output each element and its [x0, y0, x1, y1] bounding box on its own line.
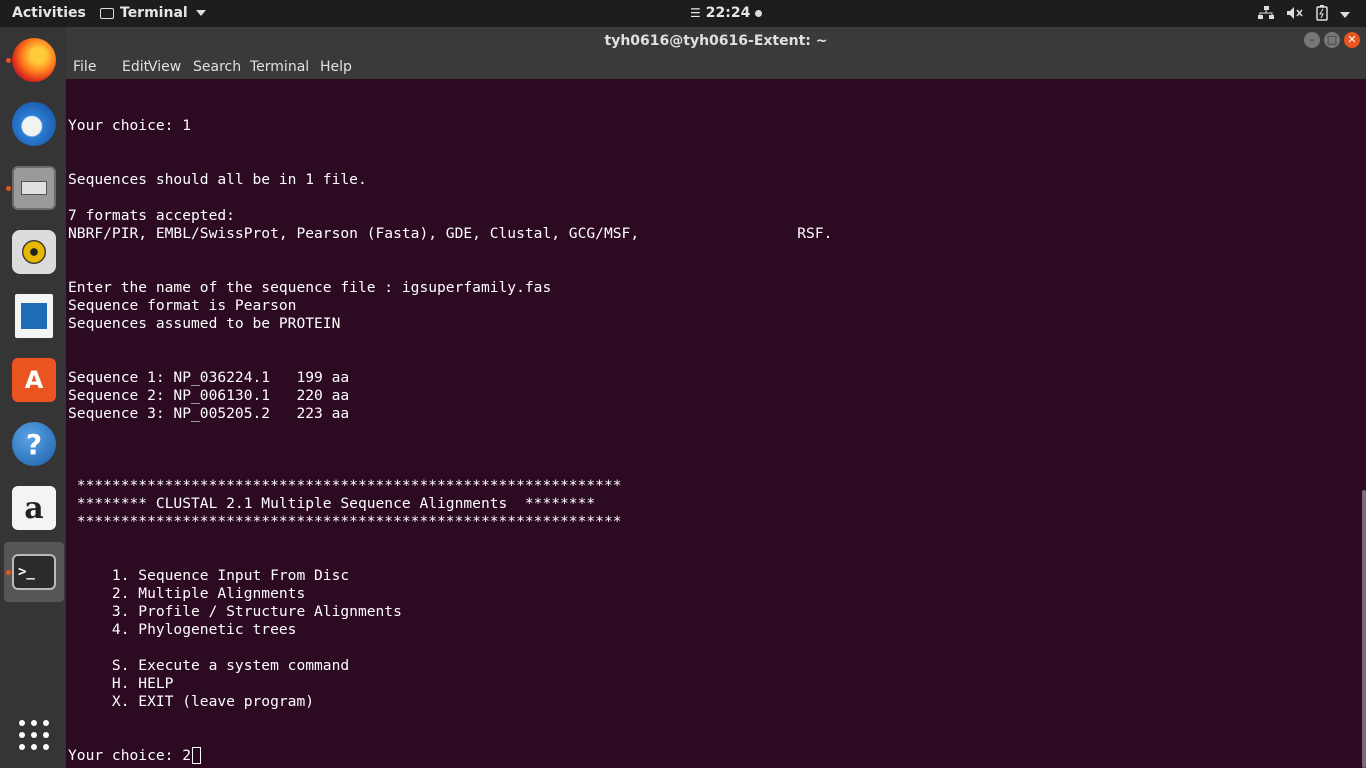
activities-button[interactable]: Activities [12, 5, 86, 21]
software-center-icon: A [12, 358, 56, 402]
software-center-launcher[interactable]: A [4, 350, 64, 410]
clock[interactable]: ☰ 22:24 [690, 5, 763, 21]
terminal-output[interactable]: Your choice: 1 Sequences should all be i… [66, 79, 1366, 768]
terminal-line: Sequence 1: NP_036224.1 199 aa [68, 369, 350, 386]
thunderbird-icon [12, 102, 56, 146]
terminal-line: H. HELP [68, 675, 174, 692]
rhythmbox-icon [12, 230, 56, 274]
terminal-line: 7 formats accepted: [68, 207, 235, 224]
app-menu[interactable]: Terminal [100, 5, 206, 21]
show-applications-button[interactable] [4, 705, 64, 765]
running-indicator [6, 58, 11, 63]
notification-icon: ☰ [690, 6, 701, 20]
terminal-small-icon [100, 7, 114, 19]
close-button[interactable]: ✕ [1344, 32, 1360, 48]
menu-help[interactable]: Help [320, 59, 352, 75]
terminal-line: ****************************************… [68, 513, 622, 530]
terminal-line: X. EXIT (leave program) [68, 693, 315, 710]
menu-bar: File Edit View Search Terminal Help [66, 55, 1366, 79]
terminal-line: ****************************************… [68, 477, 622, 494]
show-apps-icon [19, 720, 49, 750]
libreoffice-writer-icon [15, 294, 53, 338]
menu-edit[interactable]: Edit [122, 59, 149, 75]
clock-label: 22:24 [705, 5, 751, 21]
terminal-line: Your choice: 1 [68, 117, 192, 134]
network-icon [1258, 6, 1274, 24]
window-title: tyh0616@tyh0616-Extent: ~ [604, 33, 828, 49]
files-icon [12, 166, 56, 210]
terminal-text: Your choice: 1 Sequences should all be i… [68, 117, 832, 765]
running-indicator [6, 186, 11, 191]
terminal-line: Sequence 3: NP_005205.2 223 aa [68, 405, 350, 422]
text-cursor [192, 747, 202, 764]
scrollbar[interactable] [1362, 490, 1366, 768]
terminal-line: S. Execute a system command [68, 657, 350, 674]
terminal-line: Sequence format is Pearson [68, 297, 297, 314]
files-launcher[interactable] [4, 158, 64, 218]
menu-file[interactable]: File [73, 59, 96, 75]
terminal-line: NBRF/PIR, EMBL/SwissProt, Pearson (Fasta… [68, 225, 833, 242]
terminal-launcher[interactable]: >_ [4, 542, 64, 602]
terminal-line: 2. Multiple Alignments [68, 585, 306, 602]
terminal-line: ******** CLUSTAL 2.1 Multiple Sequence A… [68, 495, 596, 512]
menu-terminal[interactable]: Terminal [250, 59, 309, 75]
help-icon: ? [12, 422, 56, 466]
terminal-line: Sequence 2: NP_006130.1 220 aa [68, 387, 350, 404]
battery-icon [1316, 5, 1328, 25]
running-indicator [6, 570, 11, 575]
terminal-prompt[interactable]: Your choice: 2 [68, 747, 191, 764]
firefox-launcher[interactable] [4, 30, 64, 90]
app-menu-label: Terminal [120, 5, 188, 21]
writer-launcher[interactable] [4, 286, 64, 346]
menu-search[interactable]: Search [193, 59, 241, 75]
terminal-line: 1. Sequence Input From Disc [68, 567, 350, 584]
firefox-icon [12, 38, 56, 82]
terminal-line: Sequences should all be in 1 file. [68, 171, 367, 188]
dock: A ? a >_ [0, 27, 66, 768]
chevron-down-icon [195, 10, 206, 16]
volume-muted-icon [1286, 6, 1304, 24]
terminal-line: Enter the name of the sequence file : ig… [68, 279, 552, 296]
top-bar: Activities Terminal ☰ 22:24 [0, 0, 1366, 27]
terminal-line: 3. Profile / Structure Alignments [68, 603, 402, 620]
notification-dot-icon [755, 9, 763, 17]
help-launcher[interactable]: ? [4, 414, 64, 474]
window-titlebar[interactable]: tyh0616@tyh0616-Extent: ~ – □ ✕ [66, 27, 1366, 55]
rhythmbox-launcher[interactable] [4, 222, 64, 282]
amazon-launcher[interactable]: a [4, 478, 64, 538]
minimize-button[interactable]: – [1304, 32, 1320, 48]
thunderbird-launcher[interactable] [4, 94, 64, 154]
terminal-line: 4. Phylogenetic trees [68, 621, 297, 638]
terminal-icon: >_ [12, 554, 56, 590]
terminal-line: Sequences assumed to be PROTEIN [68, 315, 341, 332]
amazon-icon: a [12, 486, 56, 530]
system-tray[interactable] [1258, 5, 1350, 25]
maximize-button[interactable]: □ [1324, 32, 1340, 48]
power-menu-icon [1340, 7, 1350, 23]
menu-view[interactable]: View [148, 59, 181, 75]
window-controls: – □ ✕ [1304, 32, 1360, 48]
